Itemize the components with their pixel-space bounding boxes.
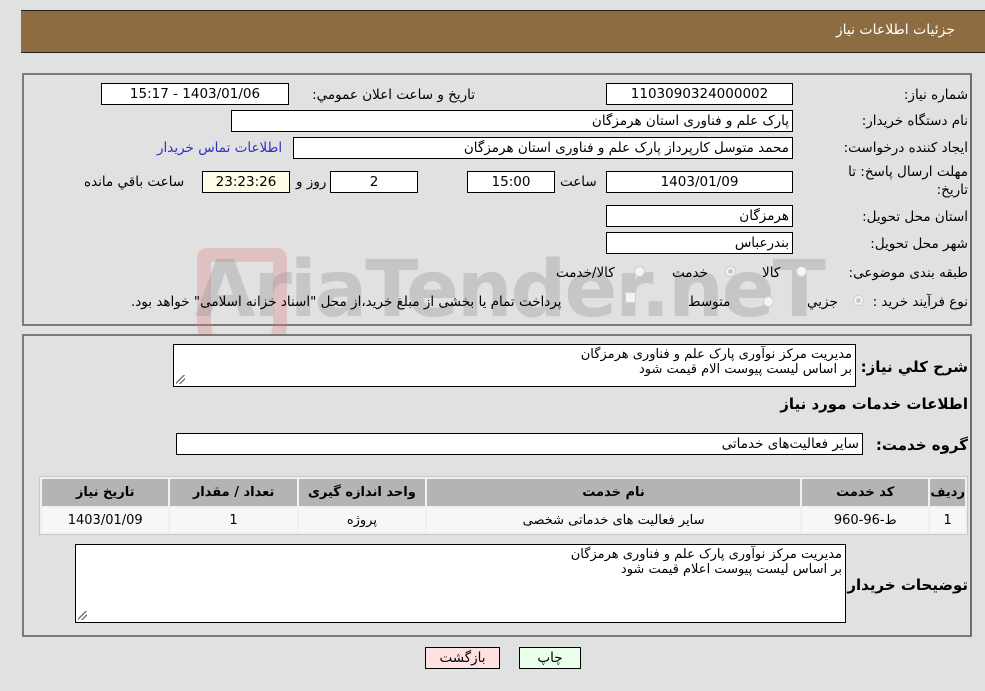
col-quantity: تعداد / مقدار	[170, 479, 297, 506]
creator-field: محمد متوسل کارپرداز پارک علم و فناوری اس…	[293, 137, 793, 159]
category-option-goods: کالا	[762, 265, 781, 281]
services-section-title: اطلاعات خدمات مورد نياز	[780, 395, 968, 413]
page-header: جزئیات اطلاعات نیاز	[21, 10, 985, 53]
table-header-row: ردیف کد خدمت نام خدمت واحد اندازه گیری ت…	[42, 479, 965, 506]
process-label: نوع فرآیند خرید :	[872, 294, 968, 310]
resize-grip-icon[interactable]	[176, 375, 185, 384]
announce-label: تاریخ و ساعت اعلان عمومي:	[312, 87, 475, 103]
col-need-date: تاریخ نیاز	[42, 479, 169, 506]
need-number-field: 1103090324000002	[606, 83, 793, 105]
province-field: هرمزگان	[606, 205, 793, 227]
category-label: طبقه بندی موضوعی:	[848, 265, 968, 281]
col-service-code: کد خدمت	[802, 479, 929, 506]
buyer-notes-line-1: مدیریت مرکز نوآوری پارک علم و فناوری هرم…	[570, 547, 842, 562]
resize-grip-icon[interactable]	[78, 611, 87, 620]
deadline-date-field: 1403/01/09	[606, 171, 793, 193]
city-field: بندرعباس	[606, 232, 793, 254]
cell-service-name: سایر فعالیت های خدماتی شخصی	[427, 508, 801, 532]
time-label: ساعت	[560, 174, 597, 190]
process-radio-minor[interactable]	[853, 295, 864, 306]
process-radio-medium[interactable]	[763, 296, 774, 307]
province-label: استان محل تحویل:	[862, 209, 968, 225]
deadline-label-2: تاریخ:	[936, 182, 968, 198]
print-button[interactable]: چاپ	[519, 647, 581, 669]
buyer-notes-label: توضیحات خریدار:	[841, 576, 968, 594]
cell-unit: پروژه	[298, 508, 426, 532]
category-radio-goods-service[interactable]	[634, 266, 645, 277]
cell-row-number: 1	[930, 508, 965, 532]
description-line-1: مدیریت مرکز نوآوری پارک علم و فناوری هرم…	[580, 347, 852, 362]
process-option-minor: جزيي	[807, 294, 838, 310]
cell-quantity: 1	[170, 508, 297, 532]
table-row: 1 ط-96-960 سایر فعالیت های خدماتی شخصی پ…	[42, 508, 965, 532]
col-unit: واحد اندازه گیری	[298, 479, 426, 506]
category-option-service: خدمت	[672, 265, 708, 281]
description-label: شرح كلي نياز:	[860, 358, 968, 376]
description-textarea[interactable]: مدیریت مرکز نوآوری پارک علم و فناوری هرم…	[173, 344, 856, 387]
days-remaining-field: 2	[330, 171, 418, 193]
need-number-label: شماره نیاز:	[903, 87, 968, 103]
deadline-label: مهلت ارسال پاسخ: تا	[848, 164, 968, 180]
description-line-2: بر اساس لیست پیوست الام قیمت شود	[639, 362, 852, 377]
services-table: ردیف کد خدمت نام خدمت واحد اندازه گیری ت…	[39, 476, 968, 535]
remaining-time-field: 23:23:26	[202, 171, 290, 193]
buyer-notes-textarea[interactable]: مدیریت مرکز نوآوری پارک علم و فناوری هرم…	[75, 544, 846, 623]
buyer-org-field: پارک علم و فناوری استان هرمزگان	[231, 110, 793, 132]
page-title: جزئیات اطلاعات نیاز	[835, 22, 955, 38]
buyer-org-label: نام دستگاه خریدار:	[861, 113, 968, 129]
category-radio-service[interactable]	[725, 266, 736, 277]
cell-service-code: ط-96-960	[802, 508, 929, 532]
category-radio-goods[interactable]	[796, 266, 807, 277]
cell-need-date: 1403/01/09	[42, 508, 169, 532]
treasury-note: پرداخت تمام یا بخشی از مبلغ خرید،از محل …	[131, 294, 562, 310]
process-option-medium: متوسط	[688, 294, 731, 310]
announce-datetime-field: 1403/01/06 - 15:17	[101, 83, 289, 105]
buyer-contact-link[interactable]: اطلاعات تماس خریدار	[157, 140, 282, 156]
remaining-label: ساعت باقي مانده	[84, 174, 185, 190]
col-row-number: ردیف	[930, 479, 965, 506]
creator-label: ایجاد کننده درخواست:	[843, 140, 968, 156]
treasury-checkbox[interactable]	[625, 292, 636, 303]
city-label: شهر محل تحویل:	[870, 236, 968, 252]
buyer-notes-line-2: بر اساس لیست پیوست اعلام قیمت شود	[620, 562, 842, 577]
category-option-goods-service: کالا/خدمت	[556, 265, 615, 281]
days-label: روز و	[296, 174, 327, 190]
service-group-field: سایر فعالیت‌های خدماتی	[176, 433, 863, 455]
service-group-label: گروه خدمت:	[875, 436, 968, 454]
back-button[interactable]: بازگشت	[425, 647, 500, 669]
deadline-time-field: 15:00	[467, 171, 555, 193]
col-service-name: نام خدمت	[427, 479, 801, 506]
